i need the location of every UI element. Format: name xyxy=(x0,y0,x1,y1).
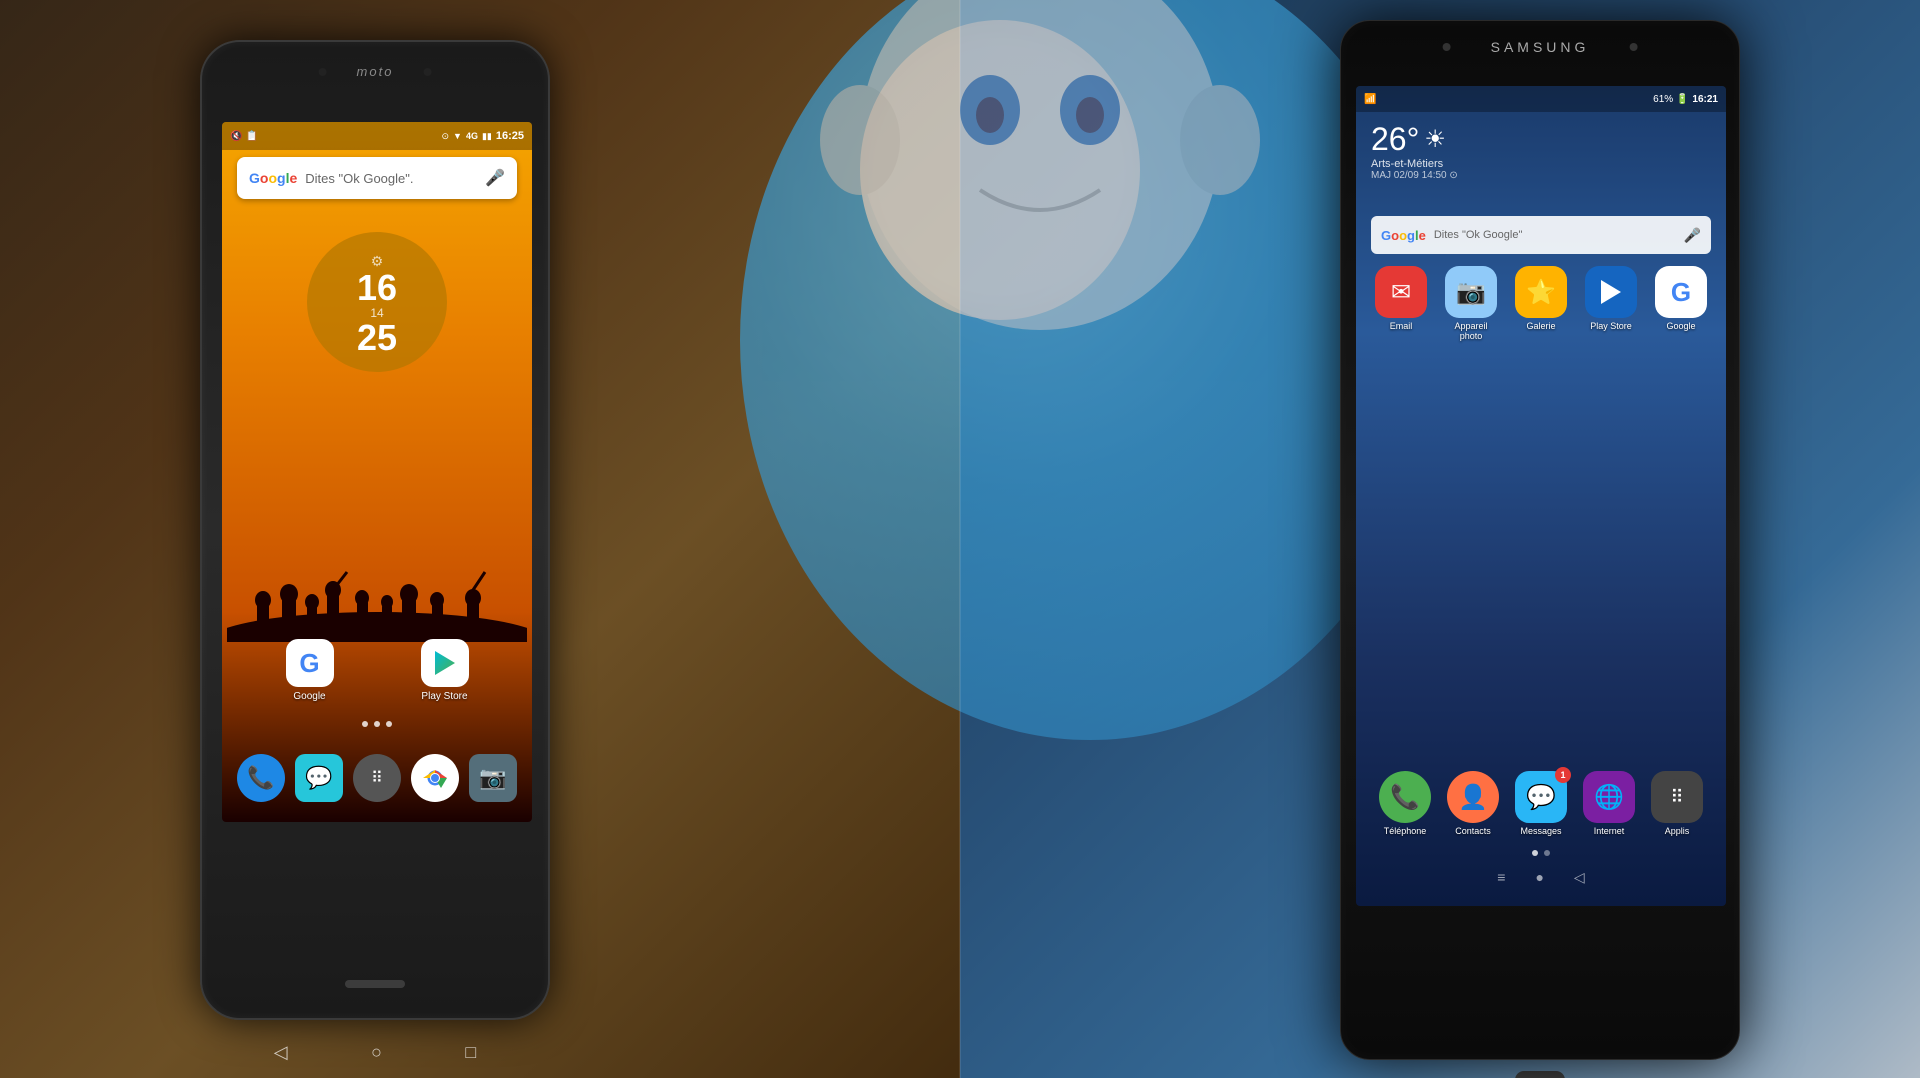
messages-label-right: Messages xyxy=(1520,826,1561,836)
menu-button-right[interactable]: ≡ xyxy=(1497,869,1505,886)
moto-brand-label: moto xyxy=(357,64,394,79)
time-right: 16:21 xyxy=(1692,94,1718,105)
chrome-dock-icon[interactable] xyxy=(411,754,459,802)
page-dots-left xyxy=(222,721,532,727)
play-store-app-icon-right[interactable]: Play Store xyxy=(1585,266,1637,341)
play-store-app-icon[interactable]: Play Store xyxy=(421,639,469,702)
email-app-icon[interactable]: ✉ Email xyxy=(1375,266,1427,341)
google-search-bar-right[interactable]: Google Dites "Ok Google" 🎤 xyxy=(1371,216,1711,254)
weather-location-right: Arts-et-Métiers xyxy=(1371,158,1458,170)
applis-label-right: Applis xyxy=(1665,826,1690,836)
home-button-left[interactable]: ○ xyxy=(371,1042,382,1063)
gallery-label: Galerie xyxy=(1526,321,1555,331)
camera-dock-icon[interactable]: 📷 xyxy=(469,754,517,802)
samsung-brand-label: SAMSUNG xyxy=(1491,39,1590,55)
sensor-right xyxy=(1629,43,1637,51)
gallery-app-icon[interactable]: ⭐ Galerie xyxy=(1515,266,1567,341)
phone-left-body: moto 🔇 📋 ⊙ ▼ 4G ▮▮ 16:25 xyxy=(200,40,550,1020)
front-camera-right xyxy=(1443,43,1451,51)
fingerprint-sensor-left xyxy=(345,980,405,988)
status-bar-left: 🔇 📋 ⊙ ▼ 4G ▮▮ 16:25 xyxy=(222,122,532,150)
speaker-dot-left xyxy=(423,68,431,76)
google-app-icon[interactable]: G Google xyxy=(286,639,334,702)
back-button-right[interactable]: ◁ xyxy=(1574,869,1585,886)
status-bar-right: 📶 61% 🔋 16:21 xyxy=(1356,86,1726,112)
status-right-icons: ⊙ ▼ 4G ▮▮ 16:25 xyxy=(441,130,524,142)
google-search-bar-left[interactable]: Google Dites "Ok Google". 🎤 xyxy=(237,157,517,199)
google-app-icon-right[interactable]: G Google xyxy=(1655,266,1707,341)
play-store-app-label: Play Store xyxy=(421,691,467,702)
phone-right: SAMSUNG 📶 61% 🔋 16:21 xyxy=(1340,20,1740,1060)
mic-icon-right[interactable]: 🎤 xyxy=(1684,227,1701,244)
contacts-dock-right[interactable]: 👤 Contacts xyxy=(1447,771,1499,836)
status-right-right: 61% 🔋 16:21 xyxy=(1653,94,1718,105)
phone-dock-icon[interactable]: 📞 xyxy=(237,754,285,802)
front-camera-left xyxy=(319,68,327,76)
google-logo-left: Google xyxy=(249,170,297,186)
page-dots-right xyxy=(1356,850,1726,856)
phone-dock-right[interactable]: 📞 Téléphone xyxy=(1379,771,1431,836)
status-left-right: 📶 xyxy=(1364,94,1376,105)
play-store-label-right: Play Store xyxy=(1590,321,1632,331)
weather-date-right: MAJ 02/09 14:50 ⊙ xyxy=(1371,170,1458,181)
clock-widget-left: ⚙ 16 14 25 xyxy=(307,232,447,372)
time-left: 16:25 xyxy=(496,130,524,142)
battery-percent-right: 61% 🔋 xyxy=(1653,94,1688,105)
contacts-label-right: Contacts xyxy=(1455,826,1491,836)
weather-temp-right: 26° xyxy=(1371,121,1419,158)
clock-hour-left: 16 xyxy=(357,270,397,306)
status-left-icons: 🔇 📋 xyxy=(230,131,258,142)
google-app-img: G xyxy=(286,639,334,687)
phone-left: moto 🔇 📋 ⊙ ▼ 4G ▮▮ 16:25 xyxy=(200,40,550,1020)
center-divider xyxy=(959,0,961,1078)
apps-dock-icon[interactable]: ⠿ xyxy=(353,754,401,802)
background-character-circle xyxy=(740,0,1440,740)
ok-google-text-right: Dites "Ok Google" xyxy=(1434,229,1676,241)
weather-sun-icon: ☀ xyxy=(1424,125,1446,154)
email-label: Email xyxy=(1390,321,1413,331)
dock-right: 📞 Téléphone 👤 Contacts 💬 1 xyxy=(1356,771,1726,836)
messages-badge: 1 xyxy=(1555,767,1571,783)
clock-minute-left: 25 xyxy=(357,320,397,356)
ok-google-text-left: Dites "Ok Google". xyxy=(305,171,477,186)
messages-dock-right[interactable]: 💬 1 Messages xyxy=(1515,771,1567,836)
weather-widget-right: 26° ☀ Arts-et-Métiers MAJ 02/09 14:50 ⊙ xyxy=(1371,121,1458,181)
phone-label-right: Téléphone xyxy=(1384,826,1427,836)
scene: moto 🔇 📋 ⊙ ▼ 4G ▮▮ 16:25 xyxy=(0,0,1920,1078)
google-label-right: Google xyxy=(1666,321,1695,331)
character-silhouettes xyxy=(222,542,532,642)
applis-dock-right[interactable]: ⠿ Applis xyxy=(1651,771,1703,836)
camera-app-icon[interactable]: 📷 Appareilphoto xyxy=(1445,266,1497,341)
recents-button-left[interactable]: □ xyxy=(465,1042,476,1063)
mic-icon-left[interactable]: 🎤 xyxy=(485,168,505,188)
app-grid-right: ✉ Email 📷 Appareilphoto ⭐ xyxy=(1356,266,1726,341)
camera-label: Appareilphoto xyxy=(1454,321,1487,341)
back-button-left[interactable]: ◁ xyxy=(274,1042,288,1063)
phone-right-screen: 📶 61% 🔋 16:21 26° ☀ Arts-et-Métiers MAJ … xyxy=(1356,86,1726,906)
phone-left-screen: 🔇 📋 ⊙ ▼ 4G ▮▮ 16:25 Google xyxy=(222,122,532,822)
home-button-right[interactable]: ● xyxy=(1535,869,1543,886)
nav-area-right: ≡ ● ◁ xyxy=(1356,869,1726,886)
internet-dock-right[interactable]: 🌐 Internet xyxy=(1583,771,1635,836)
nav-buttons-left: ◁ ○ □ xyxy=(202,1032,548,1073)
dock-left: 📞 💬 ⠿ xyxy=(222,754,532,802)
app-icons-left: G Google xyxy=(222,639,532,702)
play-store-app-img xyxy=(421,639,469,687)
internet-label-right: Internet xyxy=(1594,826,1625,836)
messages-dock-icon[interactable]: 💬 xyxy=(295,754,343,802)
fingerprint-sensor-right xyxy=(1515,1071,1565,1078)
google-logo-right: Google xyxy=(1381,228,1426,243)
google-app-label: Google xyxy=(293,691,325,702)
phone-right-body: SAMSUNG 📶 61% 🔋 16:21 xyxy=(1340,20,1740,1060)
